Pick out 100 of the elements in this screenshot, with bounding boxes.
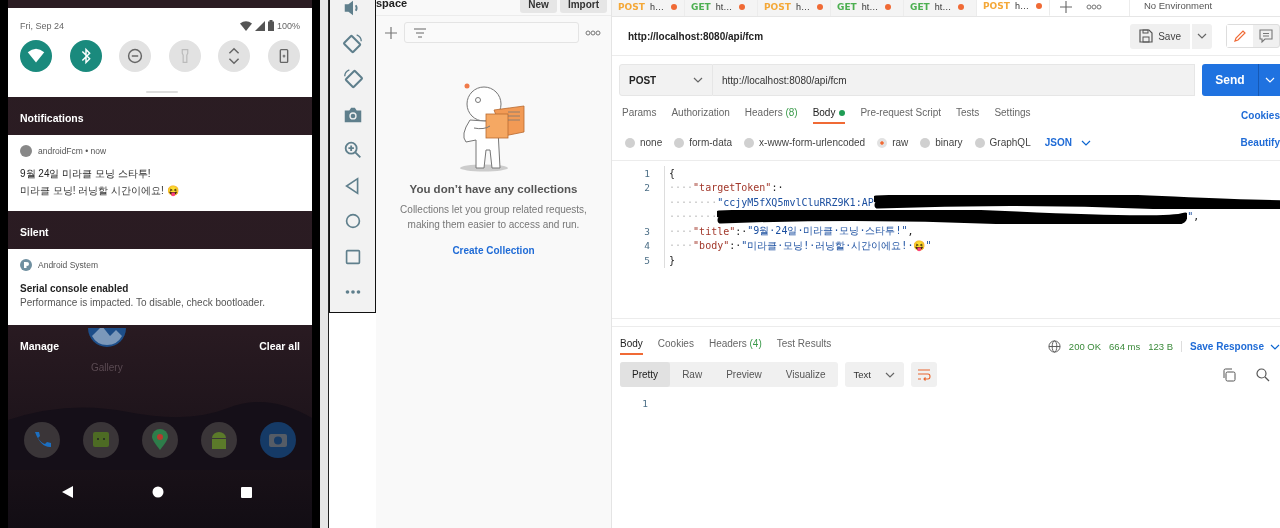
header-button[interactable]: Import	[559, 0, 607, 13]
android-robot-icon[interactable]	[201, 422, 237, 458]
tab-title: ht…	[934, 1, 952, 12]
unsaved-dot	[885, 3, 892, 10]
code-line: ····"title":·"9월·24일·미라클·모닝·스타투!",	[664, 224, 914, 239]
notification-card[interactable]: androidFcm • now 9월 24일 미라클 모닝 스타투! 미라클 모닝! 러닝할 시간이에요! 😝	[8, 135, 312, 211]
caret-icon	[1270, 343, 1280, 350]
quick-tile[interactable]	[119, 40, 152, 72]
filter-icon	[413, 26, 427, 39]
plus-icon[interactable]	[384, 25, 398, 40]
line-number: 5	[643, 254, 650, 266]
back-icon[interactable]	[62, 486, 74, 498]
radio-option[interactable]: GraphQL	[974, 137, 1031, 148]
notification-card[interactable]: Android System Serial console enabled Performance is impacted. To disable, check bootloader.	[8, 249, 312, 325]
section-tab[interactable]: Test Results	[776, 338, 832, 355]
tab-title: ht…	[861, 1, 879, 12]
recents-icon[interactable]	[241, 486, 252, 498]
send-button[interactable]: Send	[1202, 64, 1258, 96]
environment-selector[interactable]: No Environment	[1130, 0, 1213, 16]
view-mode-button[interactable]: Preview	[714, 362, 774, 387]
radio-button[interactable]	[744, 137, 755, 148]
tab-title: h…	[1014, 1, 1029, 11]
phone-icon[interactable]	[24, 422, 60, 458]
radio-button[interactable]	[674, 137, 685, 148]
radio-button[interactable]	[877, 137, 888, 148]
caret-icon	[693, 77, 703, 83]
code-editor[interactable]: 1 { 2 ····"targetToken":· ········"ccjyM5fXQ5mvlCluRRZ9K1:AP ········ ", 3 ····"title":·"9월·24일·미라클·모닝·스타투!", 4 ····"body":·"미라클·모닝!·러닝할·시간이에요!·😝" 5 }	[612, 161, 1280, 319]
section-tab[interactable]: Headers (4)	[708, 338, 762, 355]
manage-button[interactable]: Manage	[20, 340, 60, 352]
section-tab[interactable]: Tests	[956, 107, 980, 124]
save-button[interactable]: Save	[1130, 23, 1190, 49]
section-tab[interactable]: Params	[622, 107, 657, 124]
rotate-left-icon[interactable]	[341, 32, 364, 55]
header-button[interactable]: New	[520, 0, 557, 13]
save-options-button[interactable]	[1192, 23, 1212, 49]
caret-icon	[885, 371, 895, 378]
map-pin-icon[interactable]	[142, 422, 178, 458]
quick-tile[interactable]	[69, 40, 102, 72]
request-tab[interactable]: POST h…	[612, 0, 685, 16]
save-response-link[interactable]: Save Response	[1181, 341, 1280, 352]
radio-option[interactable]: raw	[877, 137, 909, 148]
request-tab[interactable]: POST h…	[758, 0, 831, 16]
quick-tile[interactable]	[267, 40, 300, 72]
rotate-right-icon[interactable]	[341, 68, 364, 90]
tab-title: h…	[795, 1, 810, 12]
radio-button[interactable]	[920, 137, 931, 148]
tab-title: ht…	[715, 1, 733, 12]
radio-button[interactable]	[625, 137, 635, 148]
section-tab[interactable]: Pre-request Script	[860, 107, 942, 124]
radio-option[interactable]: binary	[920, 137, 963, 148]
beautify-link[interactable]: Beautify	[1240, 137, 1280, 148]
empty-state-text: Collections let you group related requests, making them easier to access and run.	[399, 203, 588, 232]
unsaved-dot	[816, 3, 823, 10]
request-tab[interactable]: GET ht…	[831, 0, 904, 16]
plus-icon[interactable]	[1060, 0, 1072, 13]
view-mode-button[interactable]: Raw	[670, 362, 715, 387]
radio-option[interactable]: form-data	[674, 137, 733, 148]
section-tab[interactable]: Body	[812, 107, 846, 124]
quick-tile[interactable]	[218, 40, 251, 72]
send-options-button[interactable]	[1258, 64, 1280, 96]
section-tab[interactable]: Headers (8)	[744, 107, 798, 124]
view-mode-button[interactable]: Pretty	[620, 362, 671, 387]
drag-handle[interactable]	[146, 91, 178, 93]
line-number: 4	[643, 240, 650, 252]
clear-all-button[interactable]: Clear all	[259, 340, 300, 352]
radio-option[interactable]: none	[625, 137, 663, 148]
quick-tile[interactable]	[168, 40, 201, 72]
format-dropdown[interactable]: JSON	[1044, 137, 1091, 148]
section-tab[interactable]: Authorization	[671, 107, 730, 124]
more-icon[interactable]	[585, 29, 601, 36]
response-time: 664 ms	[1109, 341, 1141, 352]
section-tab[interactable]: Settings	[994, 107, 1031, 124]
method-label: GET	[837, 1, 857, 12]
request-tab[interactable]: GET ht…	[904, 0, 977, 16]
line-number: 3	[643, 225, 650, 237]
notification-text: 미라클 모닝! 러닝할 시간이에요! 😝	[20, 184, 180, 198]
unsaved-dot	[1035, 3, 1042, 9]
copy-icon[interactable]	[1222, 367, 1236, 382]
method-dropdown[interactable]: POST	[619, 64, 713, 96]
section-tab[interactable]: Cookies	[657, 338, 694, 355]
save-icon	[1139, 29, 1154, 43]
messages-icon[interactable]	[83, 422, 119, 458]
filter-field[interactable]	[404, 22, 579, 43]
radio-button[interactable]	[974, 137, 985, 148]
search-icon[interactable]	[1256, 367, 1270, 382]
response-size: 123 B	[1148, 341, 1174, 352]
method-label: POST	[983, 1, 1010, 11]
request-tab[interactable]: GET ht…	[685, 0, 758, 16]
quick-tile[interactable]	[20, 40, 52, 72]
format-dropdown[interactable]: Text	[844, 362, 904, 387]
create-collection-link[interactable]: Create Collection	[452, 245, 535, 256]
camera-icon[interactable]	[260, 422, 296, 458]
cookies-link[interactable]: Cookies	[1241, 110, 1280, 121]
edit-mode-button[interactable]	[1227, 25, 1253, 47]
section-tab[interactable]: Body	[620, 338, 643, 355]
radio-option[interactable]: x-www-form-urlencoded	[744, 137, 866, 148]
more-icon[interactable]	[1086, 3, 1102, 10]
url-field[interactable]: http://localhost:8080/api/fcm	[713, 64, 1195, 96]
home-icon[interactable]	[151, 486, 164, 498]
view-mode-button[interactable]: Visualize	[773, 362, 838, 387]
